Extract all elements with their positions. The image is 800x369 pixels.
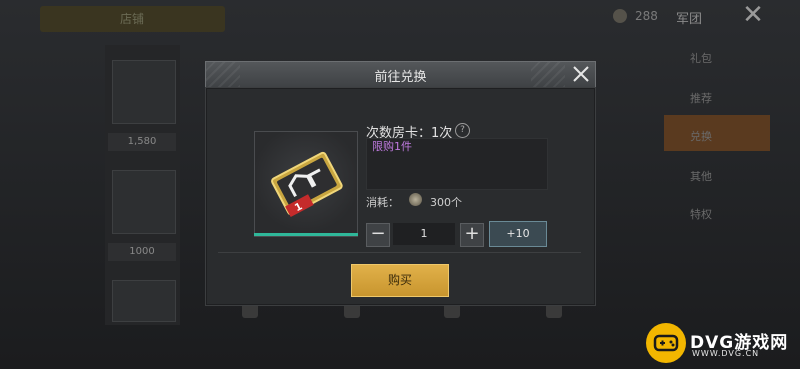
divider	[218, 252, 581, 253]
item-rarity-bar	[254, 233, 358, 236]
background-side-item: 兑换	[690, 130, 712, 143]
item-preview: 1	[254, 131, 358, 237]
background-item-slot	[112, 280, 176, 322]
background-side-item: 其他	[690, 170, 712, 183]
background-price: 1000	[108, 243, 176, 261]
background-close-icon: ✕	[742, 0, 764, 30]
background-coin-count: 288	[635, 9, 658, 23]
watermark-url: WWW.DVG.CN	[692, 349, 760, 358]
help-icon[interactable]: ?	[455, 123, 470, 138]
background-price: 1,580	[108, 133, 176, 151]
decrease-quantity-button[interactable]: −	[366, 223, 390, 247]
background-item-slot	[112, 170, 176, 234]
background-tab-label: 军团	[676, 12, 703, 27]
purchase-limit: 限购1件	[372, 140, 412, 153]
quantity-field[interactable]: 1	[393, 223, 455, 245]
cost-value: 300个	[430, 196, 462, 209]
coin-icon	[613, 9, 627, 23]
close-icon	[573, 66, 589, 82]
currency-icon	[409, 193, 422, 206]
background-item-slot	[112, 60, 176, 124]
add-ten-button[interactable]: +10	[489, 221, 547, 247]
gamepad-icon	[653, 334, 679, 352]
modal-header: 前往兑换	[205, 61, 596, 88]
background-side-item: 特权	[690, 208, 712, 221]
background-side-active	[664, 115, 770, 151]
increase-quantity-button[interactable]: +	[460, 223, 484, 247]
close-button[interactable]	[569, 62, 593, 86]
room-card-icon: 1	[271, 151, 343, 218]
watermark-logo	[646, 323, 686, 363]
cost-label: 消耗：	[366, 196, 399, 209]
modal-title: 前往兑换	[374, 70, 427, 85]
background-side-item: 推荐	[690, 92, 712, 105]
buy-button[interactable]: 购买	[351, 264, 449, 297]
background-topbar-text: 店铺	[120, 12, 145, 26]
background-side-item: 礼包	[690, 52, 712, 65]
